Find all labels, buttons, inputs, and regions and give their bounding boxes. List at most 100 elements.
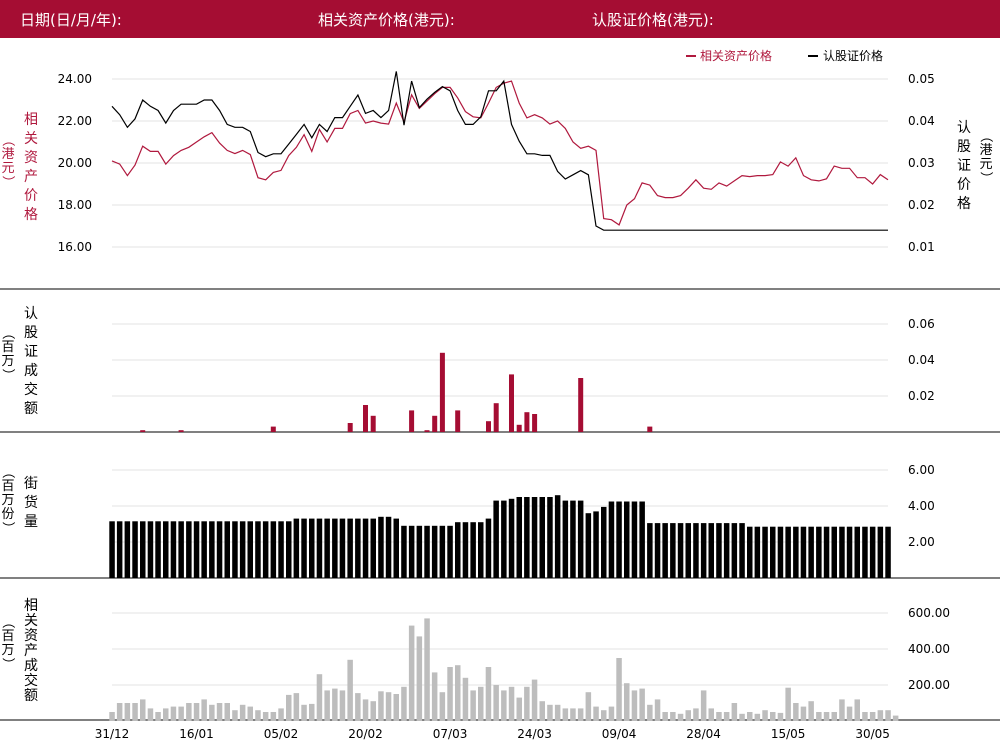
bar — [339, 518, 346, 578]
bar — [493, 403, 499, 432]
axis-label: 认 — [24, 306, 38, 322]
right-tick-label: 0.04 — [908, 353, 935, 367]
bar — [501, 690, 507, 721]
outstanding-panel: 6.00 4.00 2.00 街货量 （百万份） — [0, 463, 935, 578]
bar — [869, 526, 876, 578]
bar — [309, 703, 315, 721]
bar — [762, 710, 768, 721]
left-axis-label: 格 — [24, 207, 38, 223]
bar — [424, 430, 430, 432]
axis-label-unit: （ — [0, 326, 15, 339]
bar — [216, 521, 223, 578]
bar — [808, 701, 814, 721]
bar — [708, 708, 714, 721]
bar — [324, 690, 330, 721]
bar — [209, 521, 215, 578]
bar — [224, 521, 230, 578]
bar — [370, 415, 376, 432]
bar — [554, 495, 561, 578]
bar — [347, 518, 353, 578]
bar — [347, 423, 353, 432]
bar — [462, 522, 469, 578]
bar — [885, 710, 891, 721]
axis-label-unit: （ — [0, 615, 15, 628]
axis-label-unit: （ — [0, 465, 15, 478]
bar — [470, 690, 476, 721]
bar — [839, 526, 845, 578]
bar — [370, 518, 376, 578]
axis-label-unit: 百 — [1, 629, 14, 644]
bar — [639, 501, 645, 578]
bar — [754, 526, 761, 578]
bar — [723, 523, 730, 578]
x-tick-label: 15/05 — [771, 727, 806, 741]
bar — [209, 704, 215, 721]
bar — [823, 526, 830, 578]
left-axis-label-unit: 港 — [1, 147, 14, 162]
bar — [478, 686, 484, 721]
bar — [155, 712, 161, 721]
right-axis-label: 认 — [957, 120, 971, 136]
bar — [193, 703, 200, 721]
bar — [508, 686, 515, 721]
bar — [685, 523, 691, 578]
bar — [247, 521, 253, 578]
axis-label: 关 — [24, 613, 38, 629]
bar — [347, 659, 353, 721]
bar — [332, 518, 338, 578]
bar — [647, 523, 653, 578]
bar — [432, 415, 438, 432]
bar — [270, 521, 277, 578]
left-tick-label: 16.00 — [58, 240, 92, 254]
bar — [401, 525, 407, 578]
right-tick-label: 0.06 — [908, 317, 935, 331]
left-axis-label-unit: ） — [0, 175, 15, 188]
bar — [716, 523, 722, 578]
bar — [140, 521, 146, 578]
bar — [262, 521, 269, 578]
left-axis-label: 关 — [24, 131, 38, 147]
bar — [385, 516, 392, 578]
bar — [401, 686, 407, 721]
bar — [808, 526, 814, 578]
bar — [132, 521, 138, 578]
bar — [754, 713, 761, 721]
bar — [770, 526, 776, 578]
gridlines — [112, 78, 888, 686]
right-tick-label: 600.00 — [908, 606, 950, 620]
right-tick-label: 0.03 — [908, 156, 935, 170]
bar — [577, 708, 584, 721]
bar — [800, 526, 807, 578]
panel-separators — [0, 288, 1000, 721]
x-tick-label: 16/01 — [179, 727, 214, 741]
header-bar: 日期(日/月/年): 相关资产价格(港元): 认股证价格(港元): — [0, 0, 1000, 38]
bar — [216, 703, 223, 721]
bar — [593, 511, 599, 578]
bar — [685, 710, 691, 721]
axis-label: 成 — [24, 658, 38, 674]
bar — [424, 525, 430, 578]
axis-label-unit: ） — [0, 368, 15, 381]
bar — [578, 378, 584, 432]
x-tick-label: 31/12 — [95, 727, 130, 741]
bar — [516, 697, 522, 721]
right-axis-label-unit: ） — [978, 171, 993, 184]
bar — [854, 526, 860, 578]
right-tick-label: 0.05 — [908, 72, 935, 86]
date-label: 日期(日/月/年): — [20, 11, 122, 29]
bar — [301, 704, 307, 721]
bar — [116, 703, 123, 721]
bar — [739, 523, 745, 578]
bar — [816, 526, 822, 578]
axis-label-unit: 百 — [1, 479, 14, 494]
axis-label: 证 — [24, 344, 38, 360]
right-tick-label: 0.04 — [908, 114, 935, 128]
bar — [178, 706, 184, 721]
bar — [662, 523, 668, 578]
right-axis-label: 格 — [957, 196, 971, 212]
bar — [700, 690, 707, 721]
bar — [155, 521, 161, 578]
right-axis-label-unit: （ — [978, 129, 993, 142]
axis-label: 成 — [24, 363, 38, 379]
bar — [462, 677, 469, 721]
